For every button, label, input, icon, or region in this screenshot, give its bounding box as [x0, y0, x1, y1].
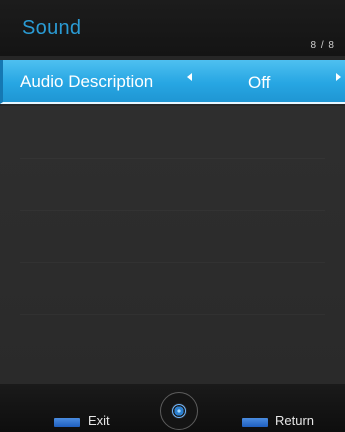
menu-item-value: Off	[248, 73, 271, 92]
exit-hint-label: Exit	[88, 413, 110, 428]
menu-empty-area	[0, 106, 345, 384]
divider	[20, 158, 325, 159]
navigation-pad-center-icon	[172, 404, 186, 418]
page-indicator: 8 / 8	[310, 40, 335, 51]
tv-menu-screen: Sound 8 / 8 Audio Description Off Exit R…	[0, 0, 345, 432]
menu-item-label: Audio Description	[20, 72, 154, 91]
menu-item-audio-description[interactable]: Audio Description Off	[0, 60, 345, 104]
arrow-right-icon[interactable]	[336, 73, 341, 81]
divider	[20, 262, 325, 263]
return-hint-label: Return	[275, 413, 315, 428]
return-key-icon	[242, 418, 268, 427]
divider	[20, 314, 325, 315]
exit-key-icon	[54, 418, 80, 427]
menu-header: Sound 8 / 8	[0, 0, 345, 56]
arrow-left-icon[interactable]	[187, 73, 192, 81]
divider	[20, 210, 325, 211]
menu-title: Sound	[22, 17, 82, 39]
